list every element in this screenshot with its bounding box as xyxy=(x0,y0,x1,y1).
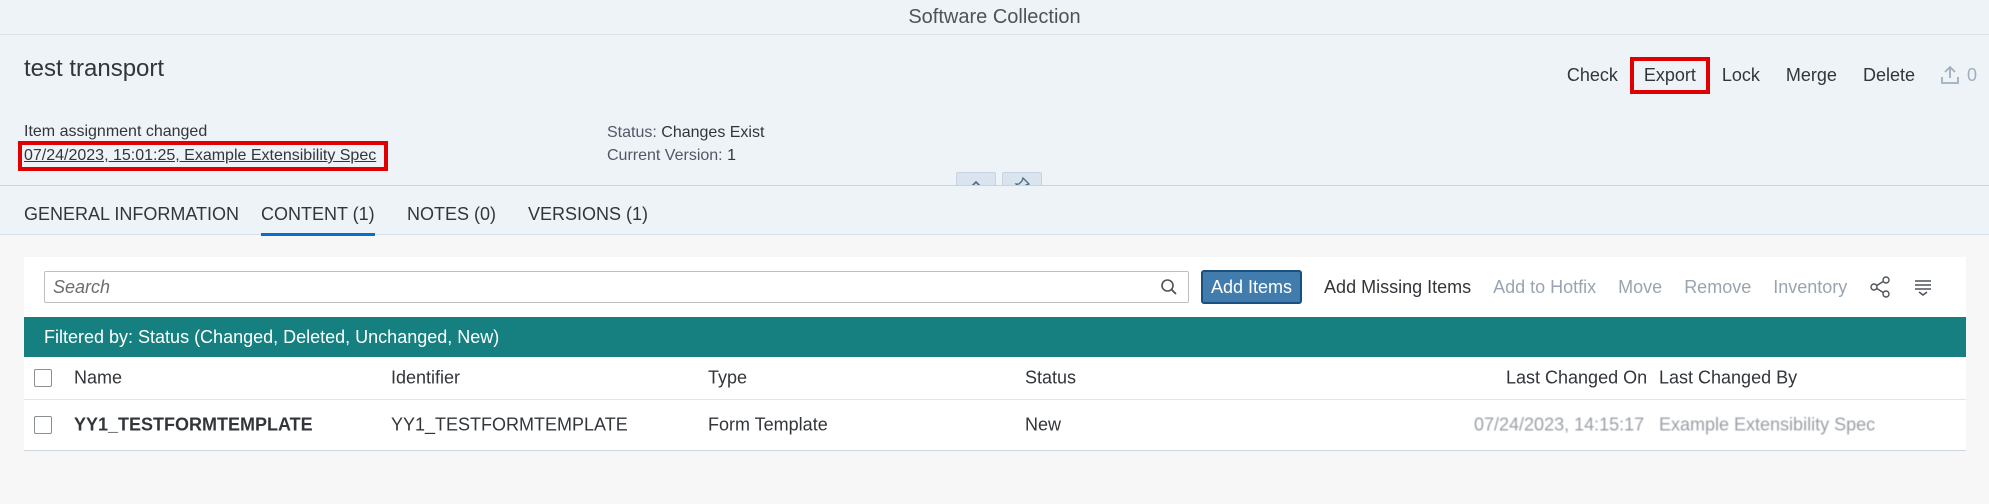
add-missing-items-button[interactable]: Add Missing Items xyxy=(1324,277,1471,298)
select-all-checkbox[interactable] xyxy=(34,369,52,387)
column-last-changed-on[interactable]: Last Changed On xyxy=(1506,368,1647,389)
tab-notes[interactable]: NOTES (0) xyxy=(407,204,496,225)
column-name[interactable]: Name xyxy=(74,368,122,389)
column-last-changed-by[interactable]: Last Changed By xyxy=(1659,368,1797,389)
status-info: Status: Changes Exist Current Version: 1 xyxy=(607,121,764,167)
search-field xyxy=(44,271,1189,303)
upload-count: 0 xyxy=(1966,64,1977,85)
column-type[interactable]: Type xyxy=(708,368,747,389)
filter-text: Filtered by: Status (Changed, Deleted, U… xyxy=(44,326,500,347)
settings-button[interactable] xyxy=(1913,277,1933,297)
tab-bar: GENERAL INFORMATION CONTENT (1) NOTES (0… xyxy=(0,186,1989,236)
add-items-button[interactable]: Add Items xyxy=(1201,270,1303,304)
move-button[interactable]: Move xyxy=(1618,277,1662,298)
row-identifier: YY1_TESTFORMTEMPLATE xyxy=(391,414,628,435)
shell-bar: Software Collection xyxy=(0,0,1989,35)
content-panel: Add Items Add Missing Items Add to Hotfi… xyxy=(24,257,1966,451)
inventory-button[interactable]: Inventory xyxy=(1773,277,1847,298)
tab-versions[interactable]: VERSIONS (1) xyxy=(528,204,648,225)
check-button[interactable]: Check xyxy=(1557,61,1628,90)
export-button[interactable]: Export xyxy=(1629,56,1710,94)
add-to-hotfix-button[interactable]: Add to Hotfix xyxy=(1493,277,1596,298)
table-toolbar: Add Items Add Missing Items Add to Hotfi… xyxy=(44,269,1966,305)
share-icon xyxy=(1870,276,1890,298)
row-last-changed-on: 07/24/2023, 14:15:17 xyxy=(1474,414,1645,435)
search-input[interactable] xyxy=(45,275,1145,299)
version-value: 1 xyxy=(727,147,736,164)
version-key: Current Version: xyxy=(607,147,723,164)
status-key: Status: xyxy=(607,124,657,141)
sort-icon xyxy=(1915,280,1932,296)
tab-content[interactable]: CONTENT (1) xyxy=(261,204,375,236)
row-checkbox[interactable] xyxy=(34,416,52,434)
row-type: Form Template xyxy=(708,414,828,435)
change-info: Item assignment changed 07/24/2023, 15:0… xyxy=(17,123,389,171)
change-value[interactable]: 07/24/2023, 15:01:25, Example Extensibil… xyxy=(17,141,389,171)
filter-info-bar: Filtered by: Status (Changed, Deleted, U… xyxy=(24,317,1966,357)
change-label: Item assignment changed xyxy=(24,123,208,140)
upload-button[interactable]: 0 xyxy=(1939,64,1977,86)
row-last-changed-by: Example Extensibility Spec xyxy=(1659,414,1876,435)
upload-icon xyxy=(1941,65,1959,84)
delete-button[interactable]: Delete xyxy=(1853,61,1925,90)
table-header: Name Identifier Type Status Last Changed… xyxy=(24,357,1966,400)
object-title: test transport xyxy=(24,55,165,82)
share-button[interactable] xyxy=(1869,276,1891,298)
object-header: test transport Check Export Lock Merge D… xyxy=(0,35,1989,198)
search-icon[interactable] xyxy=(1160,278,1178,296)
row-name: YY1_TESTFORMTEMPLATE xyxy=(74,414,313,435)
row-status: New xyxy=(1025,414,1062,435)
status-value: Changes Exist xyxy=(661,124,765,141)
remove-button[interactable]: Remove xyxy=(1684,277,1751,298)
merge-button[interactable]: Merge xyxy=(1776,61,1847,90)
app-title: Software Collection xyxy=(908,5,1081,28)
column-status[interactable]: Status xyxy=(1025,368,1076,389)
lock-button[interactable]: Lock xyxy=(1712,61,1770,90)
header-actions: Check Export Lock Merge Delete 0 xyxy=(1551,56,1989,94)
table-row[interactable]: YY1_TESTFORMTEMPLATE YY1_TESTFORMTEMPLAT… xyxy=(24,400,1966,451)
column-identifier[interactable]: Identifier xyxy=(391,368,460,389)
tab-general-information[interactable]: GENERAL INFORMATION xyxy=(24,204,239,225)
